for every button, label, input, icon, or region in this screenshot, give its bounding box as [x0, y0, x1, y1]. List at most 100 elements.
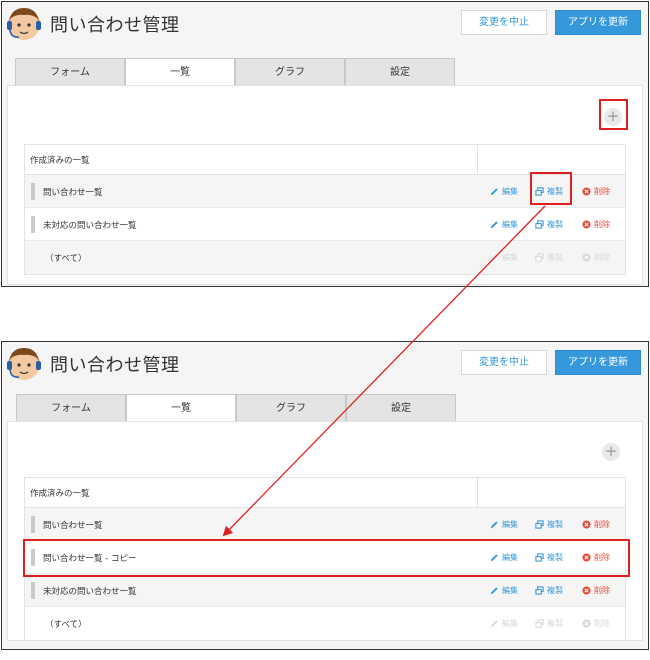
- copy-icon: [535, 220, 544, 229]
- edit-button: 編集: [490, 252, 518, 263]
- tab-graph[interactable]: グラフ: [236, 394, 346, 422]
- delete-icon: [582, 220, 591, 229]
- list-item-label: 未対応の問い合わせ一覧: [43, 587, 137, 597]
- tab-settings[interactable]: 設定: [346, 394, 456, 422]
- list-item-label: 問い合わせ一覧: [43, 521, 103, 531]
- list-heading: 作成済みの一覧: [30, 489, 90, 499]
- delete-icon: [582, 619, 591, 628]
- edit-label: 編集: [502, 586, 518, 595]
- edit-button[interactable]: 編集: [490, 186, 518, 197]
- list-item: 未対応の問い合わせ一覧 編集 複製 削除: [25, 208, 625, 241]
- view-list: 作成済みの一覧 問い合わせ一覧 編集 複製 削除 未対応の問い合わせ一覧 編集 …: [24, 144, 626, 275]
- delete-label: 削除: [594, 586, 610, 595]
- delete-label: 削除: [594, 619, 610, 628]
- update-app-button[interactable]: アプリを更新: [555, 10, 641, 35]
- settings-tabs: フォーム 一覧 グラフ 設定: [15, 58, 455, 87]
- drag-handle-icon[interactable]: [31, 516, 35, 533]
- delete-label: 削除: [594, 220, 610, 229]
- copy-label: 複製: [547, 619, 563, 628]
- app-header: 問い合わせ管理 変更を中止 アプリを更新: [2, 2, 648, 58]
- edit-label: 編集: [502, 253, 518, 262]
- delete-button[interactable]: 削除: [582, 186, 610, 197]
- edit-button[interactable]: 編集: [490, 219, 518, 230]
- delete-icon: [582, 187, 591, 196]
- pencil-icon: [490, 254, 498, 262]
- delete-icon: [582, 253, 591, 262]
- highlight-copy: [530, 172, 572, 205]
- delete-button[interactable]: 削除: [582, 585, 610, 596]
- drag-handle-icon[interactable]: [31, 183, 35, 200]
- list-header: 作成済みの一覧: [25, 478, 625, 508]
- delete-button: 削除: [582, 252, 610, 263]
- tab-form[interactable]: フォーム: [16, 394, 126, 422]
- cancel-changes-button[interactable]: 変更を中止: [461, 10, 547, 35]
- copy-icon: [535, 586, 544, 595]
- divider: [477, 145, 478, 175]
- drag-handle-icon[interactable]: [31, 216, 35, 233]
- screenshot-before: 問い合わせ管理 変更を中止 アプリを更新 フォーム 一覧 グラフ 設定 + 作成…: [1, 1, 649, 287]
- delete-icon: [582, 520, 591, 529]
- list-item: （すべて） 編集 複製 削除: [25, 607, 625, 640]
- list-header: 作成済みの一覧: [25, 145, 625, 175]
- copy-button: 複製: [535, 252, 563, 263]
- pencil-icon: [490, 620, 498, 628]
- pencil-icon: [490, 221, 498, 229]
- pencil-icon: [490, 188, 498, 196]
- delete-label: 削除: [594, 520, 610, 529]
- delete-label: 削除: [594, 187, 610, 196]
- copy-button: 複製: [535, 618, 563, 629]
- edit-label: 編集: [502, 220, 518, 229]
- delete-button[interactable]: 削除: [582, 219, 610, 230]
- list-item-label: （すべて）: [45, 254, 87, 264]
- cancel-changes-button[interactable]: 変更を中止: [461, 350, 547, 375]
- tab-settings[interactable]: 設定: [345, 58, 455, 86]
- list-item-label: 問い合わせ一覧: [43, 188, 103, 198]
- list-item: 未対応の問い合わせ一覧 編集 複製 削除: [25, 574, 625, 607]
- copy-button[interactable]: 複製: [535, 585, 563, 596]
- copy-label: 複製: [547, 220, 563, 229]
- edit-label: 編集: [502, 520, 518, 529]
- edit-button: 編集: [490, 618, 518, 629]
- page-title: 問い合わせ管理: [50, 15, 180, 36]
- copy-label: 複製: [547, 253, 563, 262]
- screenshot-after: 問い合わせ管理 変更を中止 アプリを更新 フォーム 一覧 グラフ 設定 + 作成…: [1, 341, 649, 650]
- copy-icon: [535, 253, 544, 262]
- copy-label: 複製: [547, 520, 563, 529]
- delete-icon: [582, 586, 591, 595]
- list-settings-content: + 作成済みの一覧 問い合わせ一覧 編集 複製 削除 問い合わせ一覧 - コピー…: [7, 421, 643, 641]
- edit-label: 編集: [502, 187, 518, 196]
- update-app-button[interactable]: アプリを更新: [555, 350, 641, 375]
- copy-label: 複製: [547, 586, 563, 595]
- edit-button[interactable]: 編集: [490, 585, 518, 596]
- list-heading: 作成済みの一覧: [30, 156, 90, 166]
- delete-button: 削除: [582, 618, 610, 629]
- list-item: 問い合わせ一覧 編集 複製 削除: [25, 508, 625, 541]
- tab-graph[interactable]: グラフ: [235, 58, 345, 86]
- list-item-label: （すべて）: [45, 620, 87, 630]
- tab-list[interactable]: 一覧: [125, 58, 235, 87]
- settings-tabs: フォーム 一覧 グラフ 設定: [16, 394, 456, 423]
- copy-icon: [535, 619, 544, 628]
- edit-label: 編集: [502, 619, 518, 628]
- delete-button[interactable]: 削除: [582, 519, 610, 530]
- edit-button[interactable]: 編集: [490, 519, 518, 530]
- highlight-plus: [599, 99, 628, 130]
- copy-button[interactable]: 複製: [535, 519, 563, 530]
- pencil-icon: [490, 521, 498, 529]
- highlight-new-row: [23, 539, 630, 577]
- copy-icon: [535, 520, 544, 529]
- list-item: （すべて） 編集 複製 削除: [25, 241, 625, 274]
- list-item-label: 未対応の問い合わせ一覧: [43, 221, 137, 231]
- divider: [477, 478, 478, 508]
- plus-icon[interactable]: +: [602, 443, 620, 461]
- page-title: 問い合わせ管理: [50, 355, 180, 376]
- app-header: 問い合わせ管理 変更を中止 アプリを更新: [2, 342, 648, 398]
- copy-button[interactable]: 複製: [535, 219, 563, 230]
- avatar-icon: [7, 348, 41, 380]
- avatar-icon: [7, 8, 41, 40]
- drag-handle-icon[interactable]: [31, 582, 35, 599]
- tab-form[interactable]: フォーム: [15, 58, 125, 86]
- tab-list[interactable]: 一覧: [126, 394, 236, 423]
- delete-label: 削除: [594, 253, 610, 262]
- pencil-icon: [490, 587, 498, 595]
